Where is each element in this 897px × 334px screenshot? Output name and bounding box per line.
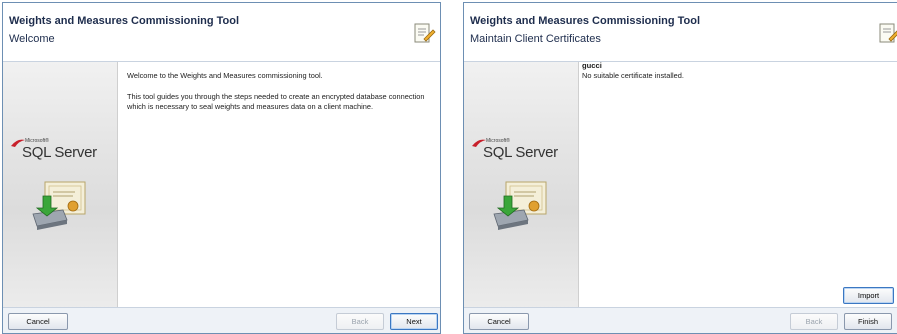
welcome-description: This tool guides you through the steps n… [127, 92, 425, 111]
import-button[interactable]: Import [843, 287, 894, 304]
client-item[interactable]: gucci No suitable certificate installed. [582, 61, 889, 81]
certificate-install-icon [32, 181, 86, 230]
wizard-sidebar-banner: Microsoft® SQL Server [3, 62, 118, 310]
wizard-edit-icon [414, 23, 436, 43]
wizard-footer: Cancel Back Next [3, 307, 440, 333]
wizard-header: Weights and Measures Commissioning Tool … [3, 3, 440, 57]
logo-sql-server-text: SQL Server [22, 144, 97, 161]
wizard-edit-icon [879, 23, 897, 43]
back-button[interactable]: Back [790, 313, 838, 330]
certificate-install-icon [493, 181, 547, 230]
wizard-page-subtitle: Maintain Client Certificates [470, 33, 601, 45]
wizard-page-subtitle: Welcome [9, 33, 55, 45]
wizard-title: Weights and Measures Commissioning Tool [470, 15, 701, 27]
wizard-title: Weights and Measures Commissioning Tool [9, 15, 240, 27]
client-certificates-wizard-window: Weights and Measures Commissioning Tool … [463, 2, 897, 334]
wizard-footer: Cancel Back Finish [464, 307, 897, 333]
certificate-status: No suitable certificate installed. [582, 71, 684, 80]
sql-server-logo: Microsoft® SQL Server [11, 138, 117, 168]
next-button[interactable]: Next [390, 313, 438, 330]
client-name: gucci [582, 61, 602, 70]
finish-button[interactable]: Finish [844, 313, 892, 330]
back-button[interactable]: Back [336, 313, 384, 330]
logo-sql-server-text: SQL Server [483, 144, 558, 161]
welcome-content: Welcome to the Weights and Measures comm… [127, 71, 432, 123]
welcome-wizard-window: Weights and Measures Commissioning Tool … [2, 2, 441, 334]
cancel-button[interactable]: Cancel [469, 313, 529, 330]
wizard-sidebar-banner: Microsoft® SQL Server [464, 62, 579, 310]
client-certificate-list: gucci No suitable certificate installed. [582, 61, 889, 81]
cancel-button[interactable]: Cancel [8, 313, 68, 330]
welcome-line: Welcome to the Weights and Measures comm… [127, 71, 323, 80]
wizard-header: Weights and Measures Commissioning Tool … [464, 3, 897, 57]
sql-server-logo: Microsoft® SQL Server [472, 138, 578, 168]
